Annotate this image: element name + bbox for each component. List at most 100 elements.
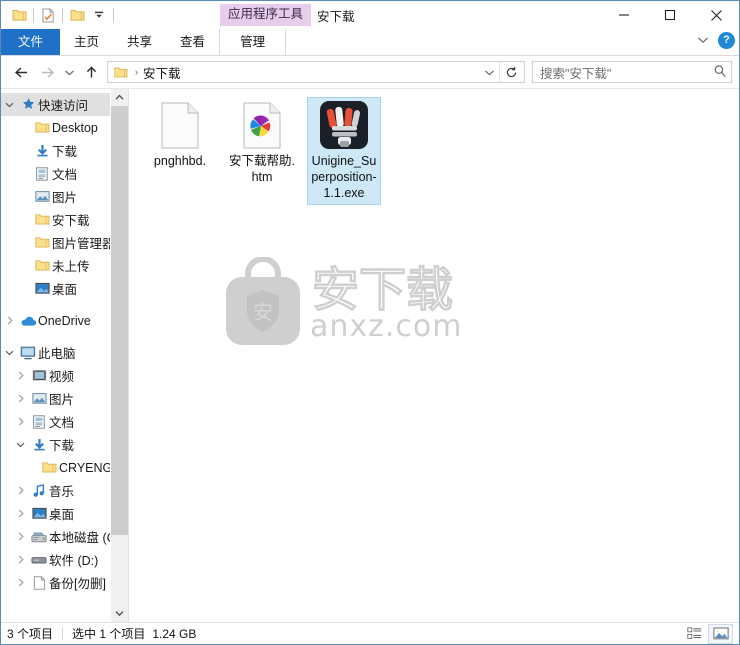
search-input[interactable]: 搜索"安下载" bbox=[540, 63, 713, 82]
up-button[interactable] bbox=[78, 59, 104, 85]
selection-size: 1.24 GB bbox=[152, 626, 197, 641]
cloud-icon bbox=[18, 315, 38, 327]
watermark-shield-char: 安 bbox=[253, 300, 273, 324]
customize-dropdown-icon[interactable] bbox=[88, 4, 110, 26]
sidebar-item-music[interactable]: 音乐 bbox=[1, 479, 128, 502]
address-bar[interactable]: › 安下载 bbox=[107, 61, 525, 83]
sidebar-item-videos[interactable]: 视频 bbox=[1, 364, 128, 387]
file-item-anxiazai-help[interactable]: 安下载帮助.htm bbox=[225, 97, 299, 205]
sidebar-item-label: Desktop bbox=[52, 120, 98, 135]
sidebar-item-desktop-qa[interactable]: Desktop bbox=[1, 116, 128, 139]
breadcrumb-current[interactable]: 安下载 bbox=[143, 63, 181, 82]
sidebar-item-drive-e[interactable]: 备份[勿删] (E:) bbox=[1, 571, 128, 594]
selection-count: 选中 1 个项目 bbox=[72, 627, 146, 641]
tab-home[interactable]: 主页 bbox=[60, 29, 113, 55]
sidebar-item-downloads-qa[interactable]: 下载 bbox=[1, 139, 128, 162]
file-explorer-window: 应用程序工具 安下载 文件 主页 共享 查看 管理 ? › 安下载 搜索"安下载… bbox=[0, 0, 740, 645]
search-icon[interactable] bbox=[713, 64, 727, 81]
sidebar-item-cryengine[interactable]: CRYENGINE bbox=[1, 456, 128, 479]
sidebar-item-desktop-pc[interactable]: 桌面 bbox=[1, 502, 128, 525]
downloads-icon bbox=[29, 438, 49, 452]
chevron-right-icon[interactable] bbox=[12, 486, 29, 495]
large-icons-view-button[interactable] bbox=[708, 623, 733, 644]
ribbon-right-controls: ? bbox=[694, 31, 735, 49]
address-dropdown-icon[interactable] bbox=[479, 62, 499, 82]
chevron-down-icon[interactable] bbox=[1, 101, 18, 109]
details-view-button[interactable] bbox=[683, 625, 706, 643]
chevron-right-icon[interactable] bbox=[12, 394, 29, 403]
tab-file[interactable]: 文件 bbox=[1, 29, 61, 55]
sidebar-item-label: 桌面 bbox=[52, 283, 78, 297]
tab-share[interactable]: 共享 bbox=[113, 29, 166, 55]
folder-icon bbox=[32, 121, 52, 134]
sidebar-item-anxiazai[interactable]: 安下载 bbox=[1, 208, 128, 231]
refresh-icon[interactable] bbox=[499, 62, 522, 82]
folder-icon[interactable] bbox=[8, 4, 30, 26]
sidebar-item-downloads-pc[interactable]: 下载 bbox=[1, 433, 128, 456]
minimize-button[interactable] bbox=[601, 1, 647, 29]
tab-manage[interactable]: 管理 bbox=[219, 29, 287, 55]
sidebar-item-quick-access[interactable]: 快速访问 bbox=[1, 93, 128, 116]
chevron-right-icon[interactable] bbox=[12, 417, 29, 426]
chevron-right-icon[interactable] bbox=[1, 316, 18, 325]
qat-divider-2 bbox=[62, 8, 63, 22]
title-bar: 应用程序工具 安下载 bbox=[1, 1, 739, 29]
maximize-button[interactable] bbox=[647, 1, 693, 29]
scroll-down-button[interactable] bbox=[111, 605, 128, 622]
tab-view[interactable]: 查看 bbox=[166, 29, 219, 55]
scroll-up-button[interactable] bbox=[111, 89, 128, 106]
sidebar-item-local-disk-c[interactable]: 本地磁盘 (C:) bbox=[1, 525, 128, 548]
file-items: pnghhbd. 安下载帮助.htm Unigine_Superposition… bbox=[129, 89, 739, 205]
blank-document-icon bbox=[161, 101, 199, 149]
chevron-right-icon[interactable] bbox=[12, 371, 29, 380]
computer-icon bbox=[18, 346, 38, 360]
sidebar-item-label: 软件 (D:) bbox=[49, 554, 99, 568]
status-bar: 3 个项目 选中 1 个项目 1.24 GB bbox=[1, 622, 739, 644]
search-box[interactable]: 搜索"安下载" bbox=[532, 61, 732, 83]
close-button[interactable] bbox=[693, 1, 739, 29]
chevron-down-icon[interactable] bbox=[694, 31, 712, 49]
sidebar-item-picture-manager[interactable]: 图片管理器 bbox=[1, 231, 128, 254]
sidebar-item-not-uploaded[interactable]: 未上传 bbox=[1, 254, 128, 277]
sidebar-item-pictures-pc[interactable]: 图片 bbox=[1, 387, 128, 410]
site-watermark: 安 安下载 anxz.com bbox=[222, 257, 525, 347]
new-folder-icon[interactable] bbox=[66, 4, 88, 26]
sidebar-item-this-pc[interactable]: 此电脑 bbox=[1, 341, 128, 364]
sidebar-scrollbar[interactable] bbox=[110, 89, 128, 622]
chevron-down-icon[interactable] bbox=[12, 441, 29, 449]
sidebar-item-drive-d[interactable]: 软件 (D:) bbox=[1, 548, 128, 571]
sidebar-item-pictures-qa[interactable]: 图片 bbox=[1, 185, 128, 208]
chevron-down-icon[interactable] bbox=[1, 349, 18, 357]
sidebar-item-documents-qa[interactable]: 文档 bbox=[1, 162, 128, 185]
scrollbar-thumb[interactable] bbox=[111, 106, 128, 536]
explorer-body: 快速访问 Desktop 下载 文档 图片 安下载 图片管理器 未上传 桌面 O… bbox=[1, 88, 739, 622]
chevron-right-icon[interactable] bbox=[12, 509, 29, 518]
file-list-pane[interactable]: pnghhbd. 安下载帮助.htm Unigine_Superposition… bbox=[129, 89, 739, 622]
sidebar-item-label: 文档 bbox=[52, 168, 78, 182]
watermark-brand-text: 安下载 bbox=[312, 264, 453, 316]
chevron-right-icon[interactable] bbox=[12, 578, 29, 587]
file-item-unigine-superposition[interactable]: Unigine_Superposition-1.1.exe bbox=[307, 97, 381, 205]
forward-button[interactable] bbox=[34, 59, 60, 85]
sidebar-item-label: 图片 bbox=[52, 191, 78, 205]
documents-icon bbox=[29, 414, 49, 429]
file-item-pnghhbd[interactable]: pnghhbd. bbox=[143, 97, 217, 205]
navigation-bar: › 安下载 搜索"安下载" bbox=[1, 56, 739, 88]
status-divider bbox=[62, 627, 64, 640]
back-button[interactable] bbox=[8, 59, 34, 85]
downloads-icon bbox=[32, 144, 52, 158]
sidebar-item-documents-pc[interactable]: 文档 bbox=[1, 410, 128, 433]
recent-locations-dropdown[interactable] bbox=[60, 59, 78, 85]
sidebar-item-onedrive[interactable]: OneDrive bbox=[1, 309, 128, 332]
superposition-app-icon bbox=[320, 101, 368, 149]
breadcrumb-separator[interactable]: › bbox=[130, 67, 143, 77]
help-icon[interactable]: ? bbox=[718, 31, 735, 49]
scrollbar-track[interactable] bbox=[111, 106, 128, 605]
item-count: 3 个项目 bbox=[7, 627, 54, 641]
sidebar-item-desktop-zh-qa[interactable]: 桌面 bbox=[1, 277, 128, 300]
chevron-right-icon[interactable] bbox=[12, 532, 29, 541]
chevron-right-icon[interactable] bbox=[12, 555, 29, 564]
desktop-icon bbox=[32, 282, 52, 295]
file-name: Unigine_Superposition-1.1.exe bbox=[311, 154, 377, 200]
properties-icon[interactable] bbox=[37, 4, 59, 26]
